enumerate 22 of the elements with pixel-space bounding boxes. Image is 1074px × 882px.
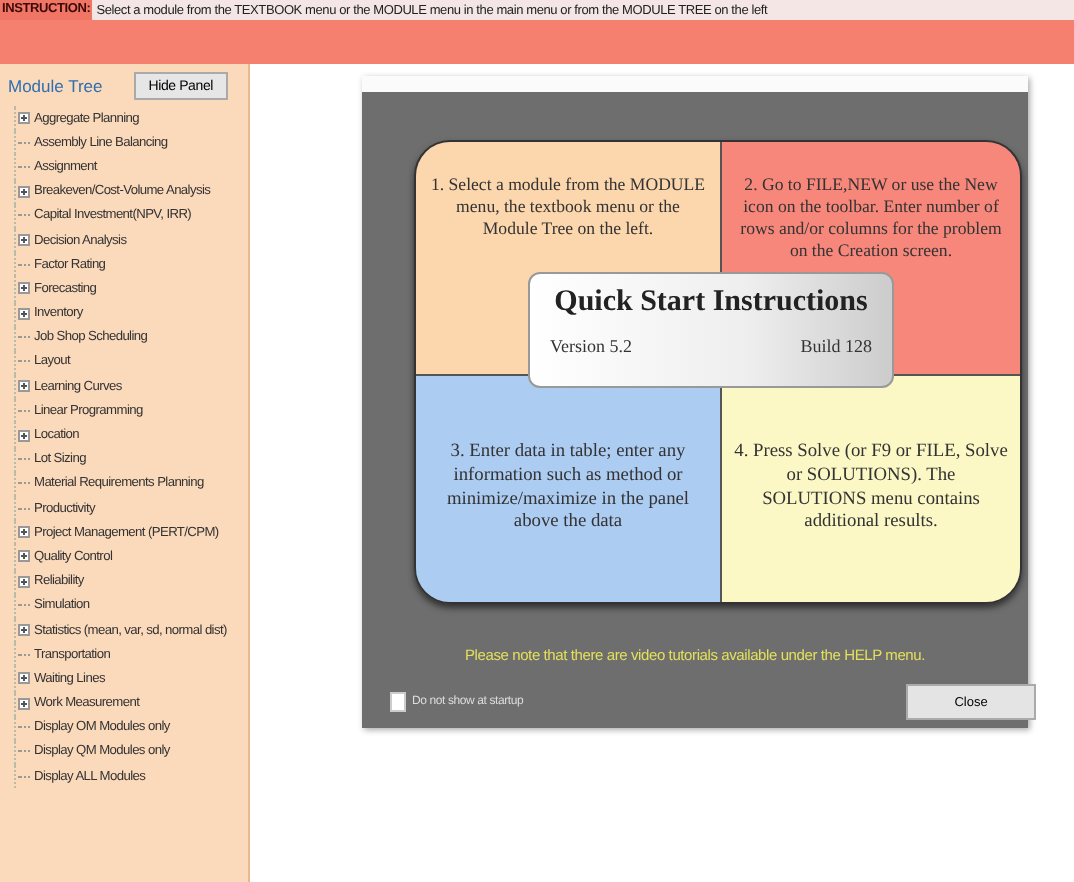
expand-icon[interactable] <box>18 380 30 393</box>
dialog-title: Quick Start Instructions <box>552 286 870 320</box>
expand-icon[interactable] <box>18 234 30 247</box>
expand-icon[interactable] <box>18 282 30 295</box>
expand-icon[interactable] <box>18 697 30 710</box>
expand-icon[interactable] <box>18 575 30 588</box>
expand-icon[interactable] <box>18 112 30 125</box>
step-text: 1. Select a module from the MODULE menu, the textbook menu or the Module Tree on the left. <box>428 174 708 240</box>
panel-title: Module Tree <box>8 76 103 96</box>
step-text: 4. Press Solve (or F9 or FILE, Solve or SOLUTIONS). The SOLUTIONS menu contains additional results. <box>734 442 1008 536</box>
version-text: Version 5.2 <box>550 336 632 356</box>
expand-icon[interactable] <box>18 672 30 685</box>
step-text: 2. Go to FILE,NEW or use the New icon on the toolbar. Enter number of rows and/or columns for the problem on the Creation screen. <box>738 174 1004 262</box>
expand-icon[interactable] <box>18 307 30 320</box>
expand-icon[interactable] <box>18 526 30 539</box>
expand-icon[interactable] <box>18 624 30 637</box>
checkbox[interactable] <box>390 692 406 712</box>
step-text: 3. Enter data in table; enter any information such as method or minimize/maximize in the panel above the data <box>444 442 692 536</box>
expand-icon[interactable] <box>18 429 30 442</box>
expand-icon[interactable] <box>18 550 30 563</box>
build-text: Build 128 <box>800 336 872 356</box>
expand-icon[interactable] <box>18 185 30 198</box>
